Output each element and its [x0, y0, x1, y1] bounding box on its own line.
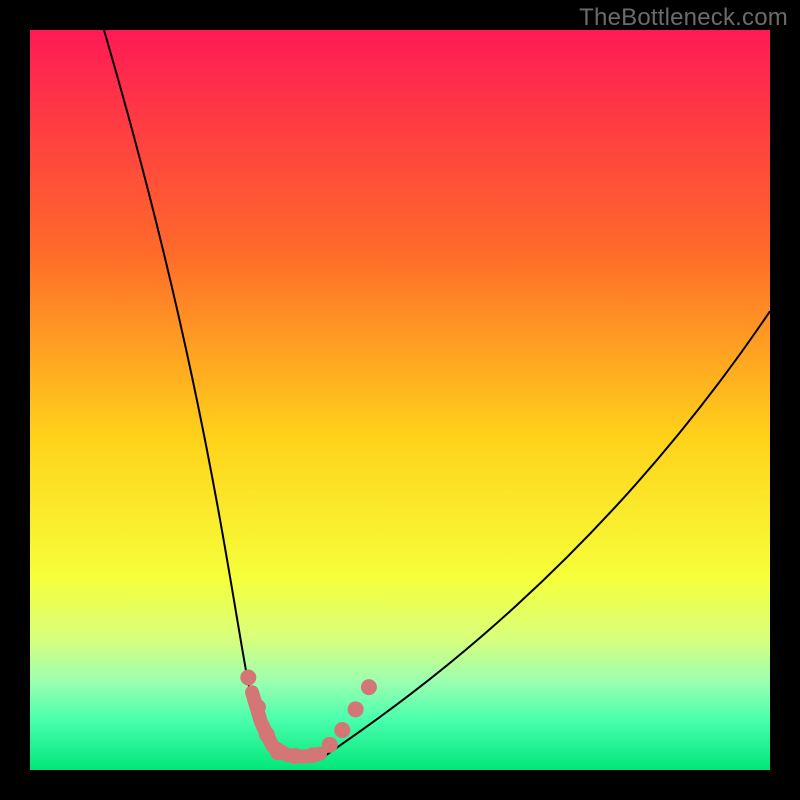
overlay-dot	[259, 726, 275, 742]
watermark-text: TheBottleneck.com	[579, 4, 788, 32]
overlay-dot	[270, 744, 286, 760]
overlay-dot	[287, 748, 303, 764]
overlay-dot	[334, 722, 350, 738]
overlay-dot	[348, 701, 364, 717]
chart-svg	[30, 30, 770, 770]
overlay-dot	[361, 679, 377, 695]
chart-frame: TheBottleneck.com	[0, 0, 800, 800]
plot-area	[30, 30, 770, 770]
overlay-dot	[305, 747, 321, 763]
gradient-background	[30, 30, 770, 770]
overlay-dot	[240, 670, 256, 686]
overlay-dot	[322, 737, 338, 753]
overlay-dot	[250, 699, 266, 715]
